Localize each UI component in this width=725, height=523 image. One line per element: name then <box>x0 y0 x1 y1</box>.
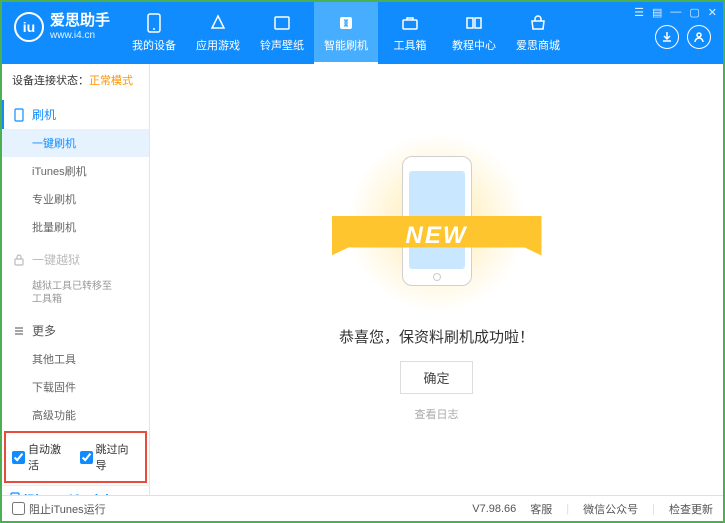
checkbox-auto-activate[interactable]: 自动激活 <box>12 441 72 473</box>
app-subtitle: www.i4.cn <box>50 30 110 41</box>
section-more[interactable]: 更多 <box>2 316 149 345</box>
checkbox-skip-guide[interactable]: 跳过向导 <box>80 441 140 473</box>
phone-icon <box>144 13 164 33</box>
wechat-link[interactable]: 微信公众号 <box>583 501 638 517</box>
checkbox-label: 跳过向导 <box>96 441 140 473</box>
sidebar-item-pro-flash[interactable]: 专业刷机 <box>2 185 149 213</box>
connection-status: 设备连接状态：正常模式 <box>2 64 149 96</box>
options-highlighted: 自动激活 跳过向导 <box>4 431 147 483</box>
nav-ringtones[interactable]: 铃声壁纸 <box>250 2 314 64</box>
sidebar-item-other-tools[interactable]: 其他工具 <box>2 345 149 373</box>
section-jailbreak[interactable]: 一键越狱 <box>2 245 149 274</box>
support-link[interactable]: 客服 <box>530 501 552 517</box>
status-label: 设备连接状态： <box>12 75 89 87</box>
main-content: NEW 恭喜您，保资料刷机成功啦！ 确定 查看日志 <box>150 64 723 495</box>
user-actions <box>655 25 711 49</box>
checkbox-input[interactable] <box>12 502 25 515</box>
sidebar: 设备连接状态：正常模式 刷机 一键刷机 iTunes刷机 专业刷机 批量刷机 一… <box>2 64 150 495</box>
nav-label: 应用游戏 <box>196 37 240 53</box>
nav-store[interactable]: 爱思商城 <box>506 2 570 64</box>
store-icon <box>528 13 548 33</box>
checkbox-label: 自动激活 <box>28 441 72 473</box>
lock-icon <box>12 253 26 267</box>
section-flash[interactable]: 刷机 <box>2 100 149 129</box>
nav-label: 智能刷机 <box>324 37 368 53</box>
success-illustration: NEW <box>342 138 532 308</box>
apps-icon <box>208 13 228 33</box>
nav-flash[interactable]: 智能刷机 <box>314 2 378 64</box>
top-right: ☰ ▤ — ▢ ✕ <box>628 2 723 53</box>
logo-area: iu 爱思助手 www.i4.cn <box>2 2 122 52</box>
logo-icon: iu <box>14 12 44 42</box>
phone-icon <box>12 108 26 122</box>
book-icon <box>464 13 484 33</box>
more-icon <box>12 324 26 338</box>
update-link[interactable]: 检查更新 <box>669 501 713 517</box>
body: 设备连接状态：正常模式 刷机 一键刷机 iTunes刷机 专业刷机 批量刷机 一… <box>2 64 723 495</box>
section-label: 一键越狱 <box>32 251 80 268</box>
app-window: iu 爱思助手 www.i4.cn 我的设备 应用游戏 铃声壁纸 智能刷机 <box>0 0 725 523</box>
close-icon[interactable]: ✕ <box>708 6 717 19</box>
checkbox-input[interactable] <box>80 451 93 464</box>
success-message: 恭喜您，保资料刷机成功啦！ <box>339 326 534 347</box>
nav-label: 铃声壁纸 <box>260 37 304 53</box>
view-log-link[interactable]: 查看日志 <box>415 406 459 422</box>
sidebar-item-batch-flash[interactable]: 批量刷机 <box>2 213 149 241</box>
section-label: 更多 <box>32 322 56 339</box>
main-nav: 我的设备 应用游戏 铃声壁纸 智能刷机 工具箱 教程中心 <box>122 2 628 64</box>
section-label: 刷机 <box>32 106 56 123</box>
sidebar-item-download-firmware[interactable]: 下载固件 <box>2 373 149 401</box>
toolbox-icon <box>400 13 420 33</box>
checkbox-input[interactable] <box>12 451 25 464</box>
sidebar-item-oneclick-flash[interactable]: 一键刷机 <box>2 129 149 157</box>
checkbox-label: 阻止iTunes运行 <box>29 501 106 517</box>
flash-icon <box>336 13 356 33</box>
nav-label: 我的设备 <box>132 37 176 53</box>
app-title: 爱思助手 <box>50 13 110 30</box>
user-button[interactable] <box>687 25 711 49</box>
nav-toolbox[interactable]: 工具箱 <box>378 2 442 64</box>
pin-icon[interactable]: ▤ <box>652 6 662 19</box>
minimize-icon[interactable]: — <box>670 6 681 19</box>
block-itunes-checkbox[interactable]: 阻止iTunes运行 <box>12 501 106 517</box>
nav-my-device[interactable]: 我的设备 <box>122 2 186 64</box>
nav-label: 爱思商城 <box>516 37 560 53</box>
confirm-button[interactable]: 确定 <box>400 361 472 394</box>
nav-label: 工具箱 <box>394 37 427 53</box>
download-button[interactable] <box>655 25 679 49</box>
maximize-icon[interactable]: ▢ <box>689 6 699 19</box>
nav-tutorials[interactable]: 教程中心 <box>442 2 506 64</box>
device-block[interactable]: iPhone 12 mini 64GB Down-12mini-13,1 <box>2 485 149 495</box>
sidebar-item-itunes-flash[interactable]: iTunes刷机 <box>2 157 149 185</box>
nav-label: 教程中心 <box>452 37 496 53</box>
topbar: iu 爱思助手 www.i4.cn 我的设备 应用游戏 铃声壁纸 智能刷机 <box>2 2 723 64</box>
footer-right: V7.98.66 客服 | 微信公众号 | 检查更新 <box>472 501 713 517</box>
menu-icon[interactable]: ☰ <box>634 6 644 19</box>
status-mode: 正常模式 <box>89 75 133 87</box>
footer: 阻止iTunes运行 V7.98.66 客服 | 微信公众号 | 检查更新 <box>2 495 723 521</box>
nav-apps[interactable]: 应用游戏 <box>186 2 250 64</box>
jailbreak-info: 越狱工具已转移至 工具箱 <box>2 274 149 312</box>
wallpaper-icon <box>272 13 292 33</box>
version-label: V7.98.66 <box>472 503 516 515</box>
sidebar-item-advanced[interactable]: 高级功能 <box>2 401 149 429</box>
window-controls: ☰ ▤ — ▢ ✕ <box>634 6 717 19</box>
